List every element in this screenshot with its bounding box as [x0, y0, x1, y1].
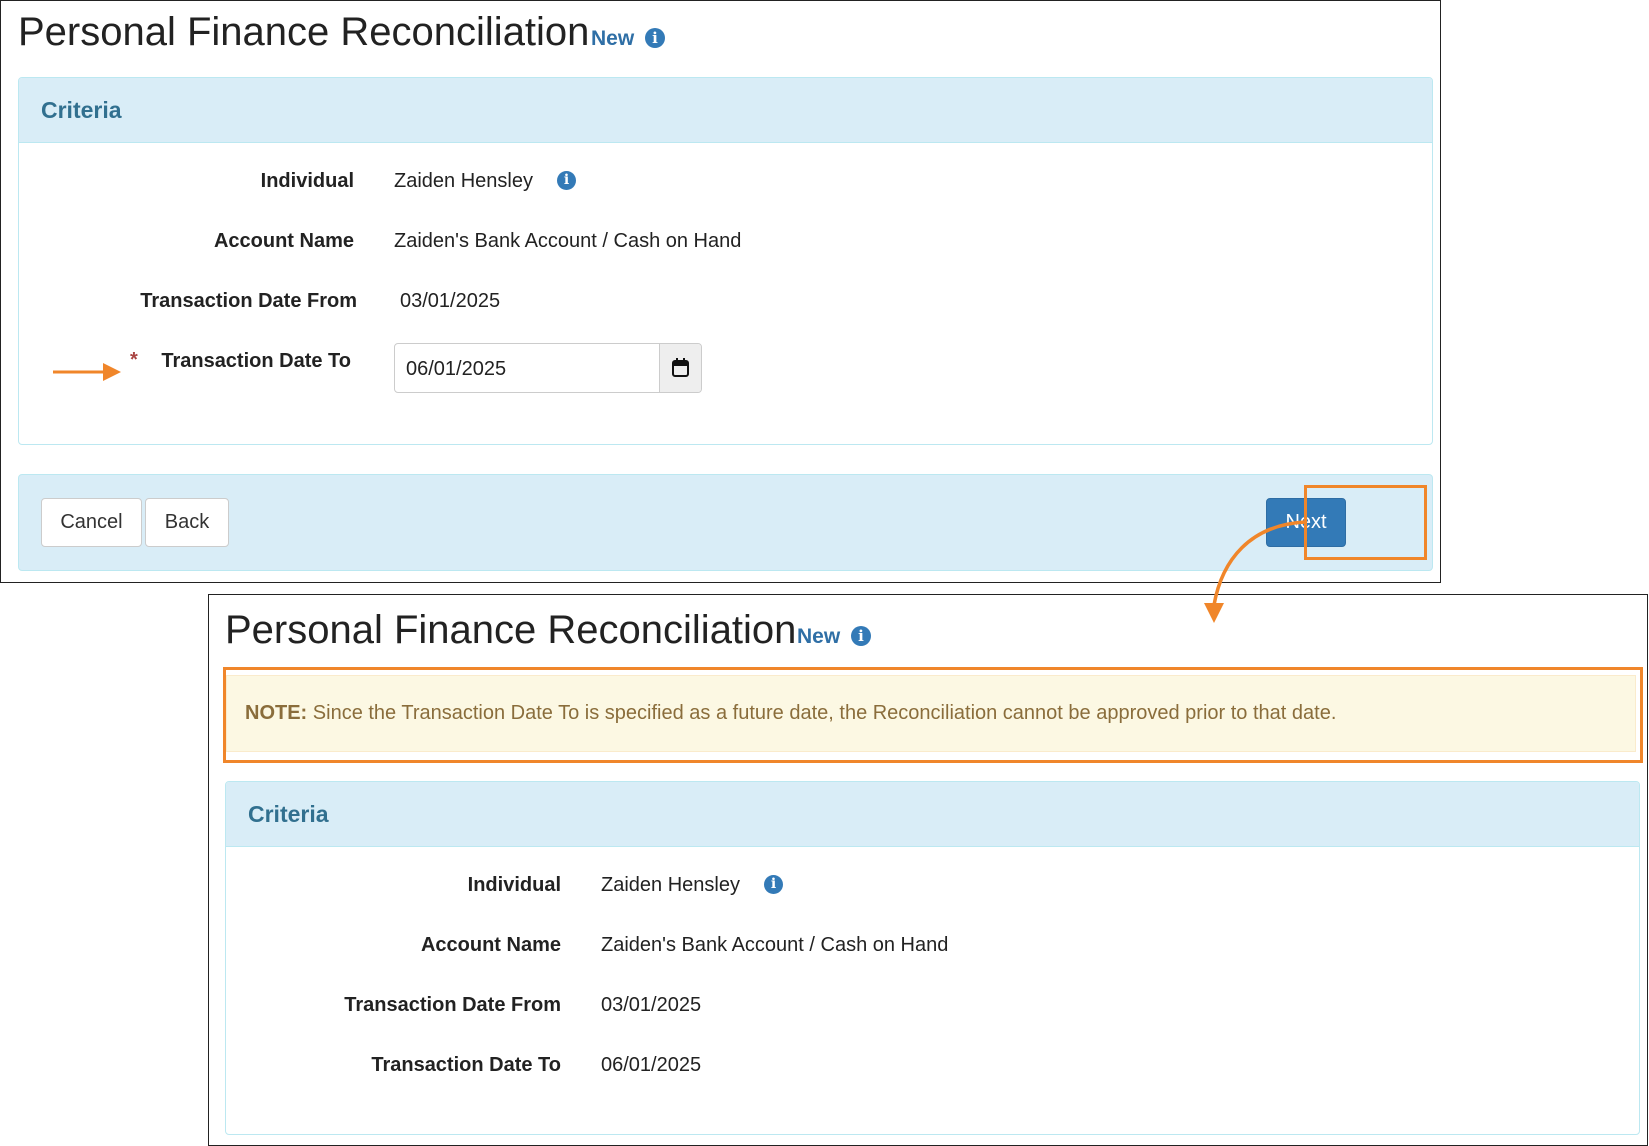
info-icon[interactable]: i: [764, 875, 783, 894]
individual-label: Individual: [467, 874, 561, 896]
date-from-row: Transaction Date From 03/01/2025: [19, 290, 1432, 320]
account-name-value: Zaiden's Bank Account / Cash on Hand: [394, 230, 742, 252]
back-button[interactable]: Back: [145, 498, 229, 547]
page-title: Personal Finance Reconciliation: [18, 10, 590, 54]
date-to-row: * Transaction Date To 06/01/2025: [19, 343, 1432, 402]
account-name-label: Account Name: [213, 230, 354, 252]
note-highlight: [223, 667, 1643, 763]
info-icon[interactable]: i: [851, 626, 871, 646]
date-from-label: Transaction Date From: [140, 290, 357, 312]
individual-value: Zaiden Hensley: [394, 170, 533, 192]
account-name-value: Zaiden's Bank Account / Cash on Hand: [601, 934, 949, 956]
status-badge: New: [797, 625, 841, 648]
individual-label: Individual: [260, 170, 354, 192]
required-marker: *: [130, 349, 138, 371]
date-from-label: Transaction Date From: [344, 994, 561, 1016]
criteria-panel: Criteria Individual Zaiden Hensley i Acc…: [225, 781, 1640, 1135]
individual-row: Individual Zaiden Hensley i: [19, 170, 1432, 200]
screen-before: Personal Finance Reconciliation New i Cr…: [0, 0, 1441, 583]
status-badge: New: [591, 27, 635, 50]
date-from-value: 03/01/2025: [601, 994, 702, 1016]
criteria-panel: Criteria Individual Zaiden Hensley i Acc…: [18, 77, 1433, 445]
date-to-label: Transaction Date To: [371, 1054, 561, 1076]
calendar-icon: [672, 358, 689, 377]
individual-value: Zaiden Hensley: [601, 874, 740, 896]
date-to-input[interactable]: 06/01/2025: [394, 343, 702, 393]
date-to-value: 06/01/2025: [601, 1054, 702, 1076]
next-button-highlight: [1304, 485, 1427, 560]
screen-after: Personal Finance Reconciliation New i NO…: [208, 594, 1648, 1146]
date-to-input-value: 06/01/2025: [406, 358, 507, 380]
cancel-button[interactable]: Cancel: [41, 498, 142, 547]
info-icon[interactable]: i: [557, 171, 576, 190]
account-name-label: Account Name: [420, 934, 561, 956]
criteria-heading: Criteria: [226, 782, 1639, 847]
page-title: Personal Finance Reconciliation: [225, 608, 797, 652]
date-to-label: Transaction Date To: [161, 350, 351, 372]
date-from-value: 03/01/2025: [400, 290, 501, 312]
date-from-row: Transaction Date From 03/01/2025: [226, 994, 1639, 1024]
account-name-row: Account Name Zaiden's Bank Account / Cas…: [19, 230, 1432, 260]
criteria-heading: Criteria: [19, 78, 1432, 143]
calendar-button[interactable]: [659, 344, 701, 392]
individual-row: Individual Zaiden Hensley i: [226, 874, 1639, 904]
action-bar: Cancel Back Next: [18, 474, 1433, 571]
info-icon[interactable]: i: [645, 28, 665, 48]
account-name-row: Account Name Zaiden's Bank Account / Cas…: [226, 934, 1639, 964]
date-to-row: Transaction Date To 06/01/2025: [226, 1054, 1639, 1084]
